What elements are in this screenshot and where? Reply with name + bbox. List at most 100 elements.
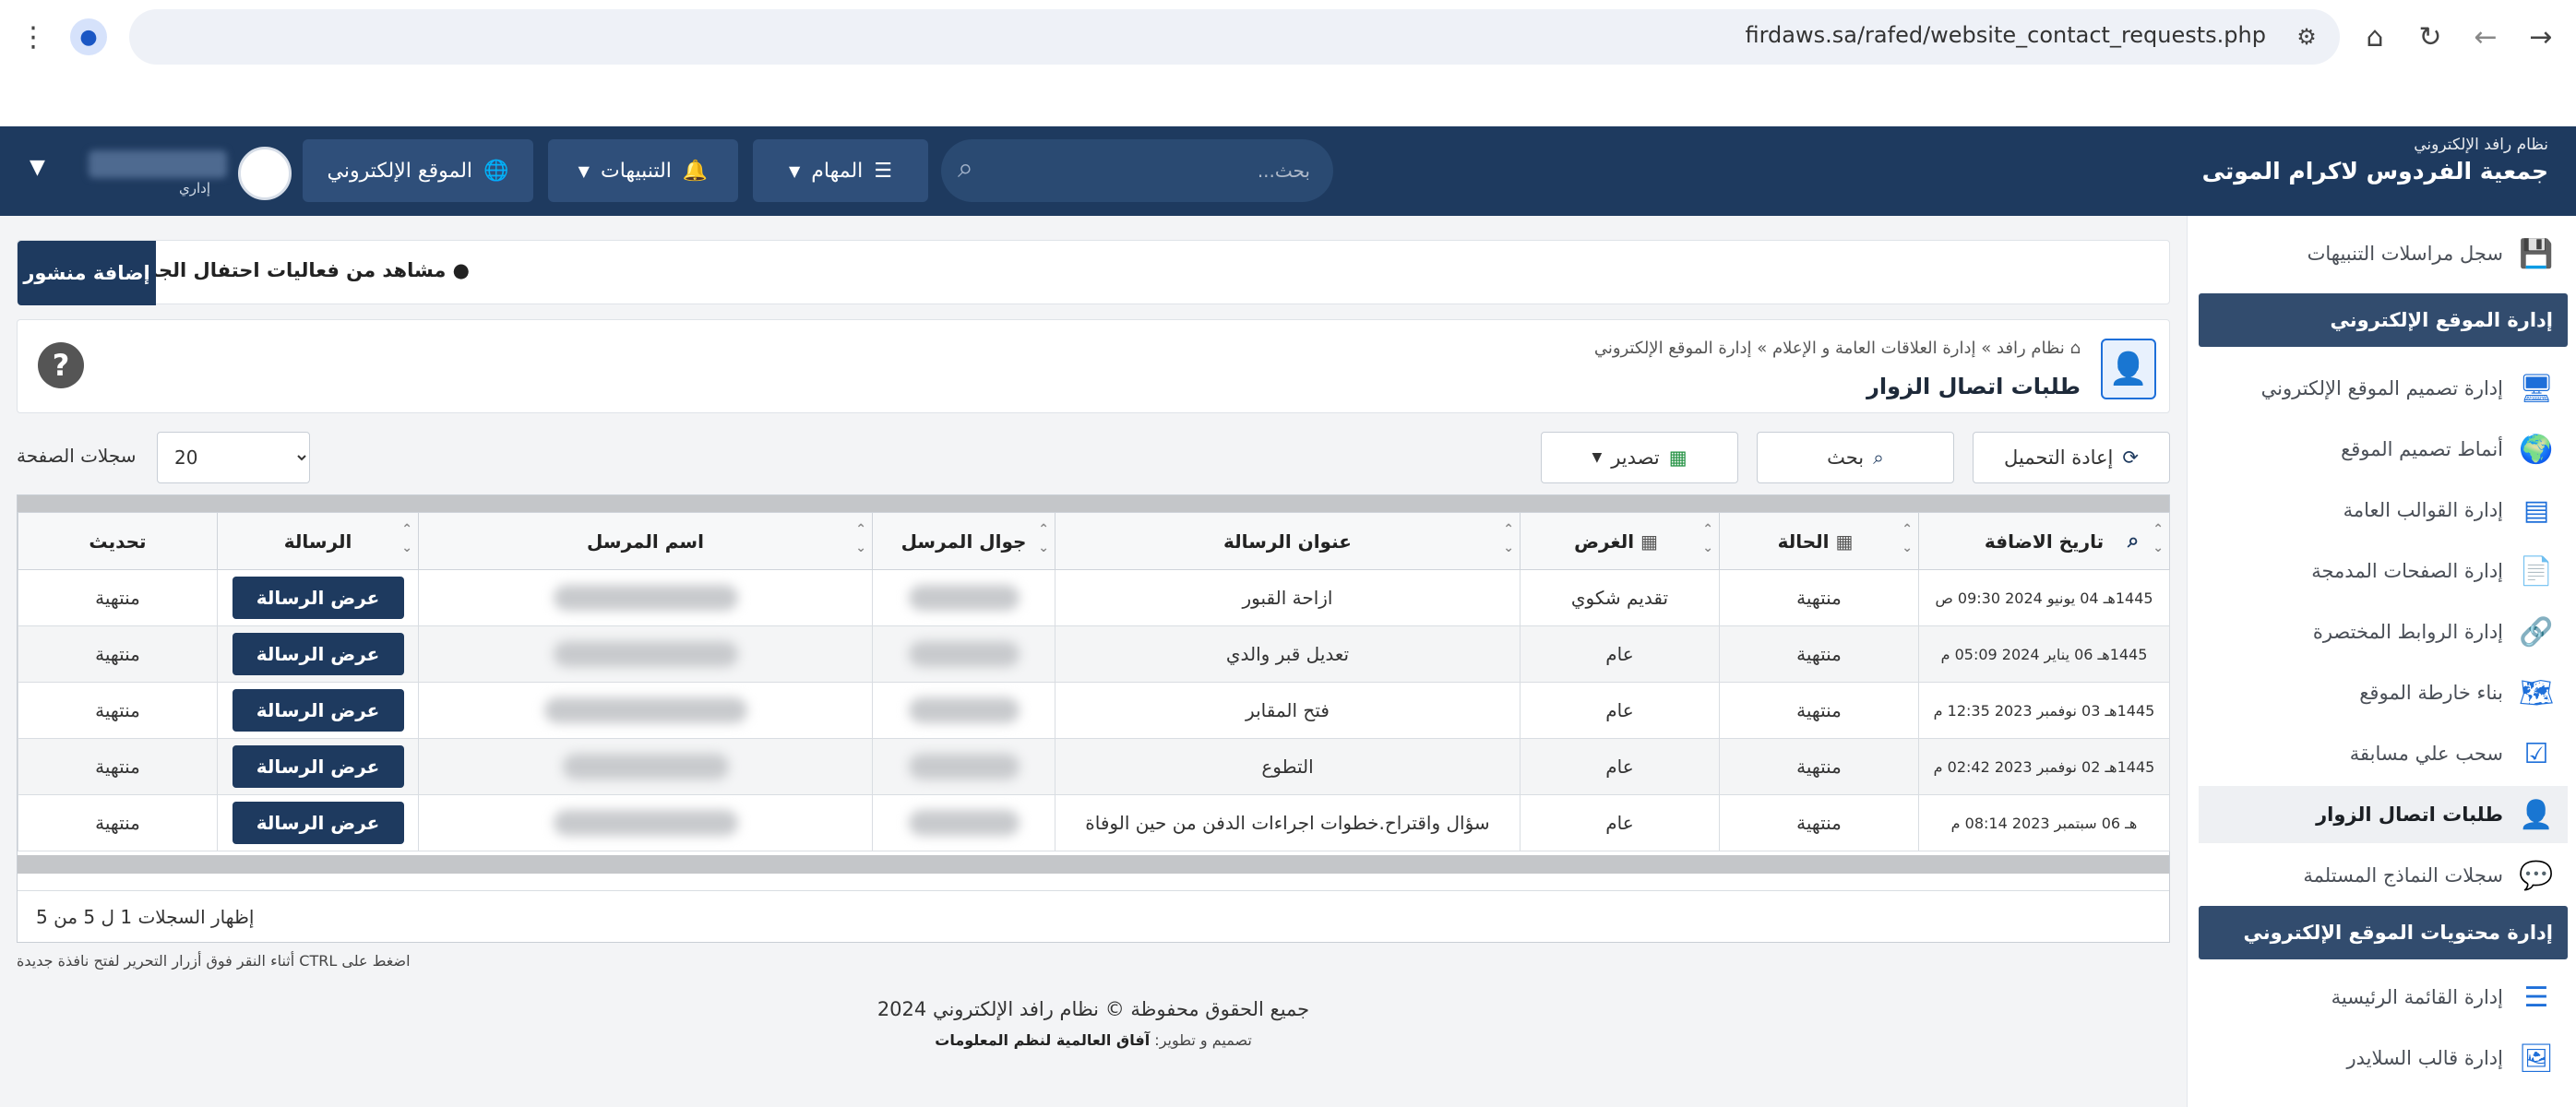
- help-icon[interactable]: ?: [38, 342, 84, 388]
- search-button[interactable]: ⌕ بحث: [1757, 432, 1954, 483]
- redacted-mobile: [908, 697, 1020, 723]
- per-page-select[interactable]: 20: [157, 432, 310, 483]
- ticker-item[interactable]: ● مشاهد من فعاليات احتفال الجمعية: [156, 259, 470, 281]
- column-header-message[interactable]: الرسالة ⌃ ⌄: [217, 512, 419, 570]
- tasks-button[interactable]: ☰ المهام ▼: [753, 139, 928, 202]
- sidebar-item-sitemap[interactable]: 🗺 بناء خارطة الموقع: [2199, 664, 2568, 721]
- mobile-cell: [872, 625, 1055, 683]
- brand-name: جمعية الفردوس لاكرام الموتى: [2201, 158, 2548, 184]
- sidebar-item-slider[interactable]: 🖼 إدارة قالب السلايدر: [2199, 1030, 2568, 1087]
- sidebar-item-templates[interactable]: ▤ إدارة القوالب العامة: [2199, 482, 2568, 539]
- avatar[interactable]: [238, 147, 292, 200]
- redacted-name: [543, 697, 747, 723]
- sort-icon: ⌃ ⌄: [1038, 522, 1049, 555]
- search-icon: ⌕: [1873, 446, 1884, 469]
- draw-icon: ☑: [2523, 737, 2549, 770]
- sidebar-item-short-links[interactable]: 🔗 إدارة الروابط المختصرة: [2199, 603, 2568, 661]
- monitor-icon: 🖥: [2518, 372, 2555, 405]
- mobile-cell: [872, 682, 1055, 739]
- sort-icon: ⌃ ⌄: [1902, 522, 1913, 555]
- sidebar-item-alerts-log[interactable]: 💾 سجل مراسلات التنبيهات: [2199, 225, 2568, 282]
- date-cell: 1445هـ 03 نوفمبر 2023 12:35 م: [1918, 682, 2170, 739]
- designer-link[interactable]: آفاق العالمية لنظم المعلومات: [935, 1031, 1150, 1049]
- horizontal-scrollbar-bottom[interactable]: [18, 855, 2169, 874]
- reload-button[interactable]: ⟳ إعادة التحميل: [1973, 432, 2170, 483]
- table-footer: إظهار السجلات 1 ل 5 من 5: [18, 890, 2169, 942]
- save-icon: 💾: [2519, 237, 2554, 270]
- update-cell: منتهية: [18, 794, 218, 851]
- sidebar-item-forms[interactable]: 💬 سجلات النماذج المستلمة: [2199, 847, 2568, 904]
- sidebar-item-label: سجلات النماذج المستلمة: [2303, 864, 2503, 887]
- chevron-down-icon[interactable]: ▼: [30, 156, 45, 179]
- redacted-mobile: [908, 585, 1020, 611]
- designer-credit: تصميم و تطوير: آفاق العالمية لنظم المعلو…: [0, 1031, 2187, 1049]
- back-icon[interactable]: ←: [2465, 17, 2506, 57]
- page-title: طلبات اتصال الزوار: [1866, 374, 2081, 399]
- column-header-mobile[interactable]: جوال المرسل ⌃ ⌄: [872, 512, 1055, 570]
- reload-label: إعادة التحميل: [2004, 446, 2114, 469]
- site-settings-icon[interactable]: ⚙: [2286, 17, 2327, 57]
- view-message-button[interactable]: عرض الرسالة: [232, 745, 404, 788]
- purpose-cell: عام: [1520, 794, 1720, 851]
- alerts-button[interactable]: 🔔 التنبيهات ▼: [548, 139, 738, 202]
- website-button[interactable]: 🌐 الموقع الإلكتروني: [303, 139, 533, 202]
- view-message-button[interactable]: عرض الرسالة: [232, 689, 404, 732]
- redacted-mobile: [908, 754, 1020, 780]
- breadcrumb-text[interactable]: نظام رافد » إدارة العلاقات العامة و الإع…: [1594, 339, 2065, 358]
- column-header-status[interactable]: ▦ الحالة ⌃ ⌄: [1719, 512, 1919, 570]
- sidebar-item-label: إدارة القوالب العامة: [2343, 499, 2503, 521]
- sidebar-item-draw[interactable]: ☑ سحب علي مسابقة: [2199, 725, 2568, 782]
- forward-icon[interactable]: →: [2521, 17, 2561, 57]
- status-cell: منتهية: [1719, 794, 1919, 851]
- menu-list-icon: ☰: [2523, 981, 2549, 1014]
- sidebar-item-label: إدارة الصفحات المدمجة: [2311, 560, 2503, 582]
- subject-cell: سؤال واقتراح.خطوات اجراءات الدفن من حين …: [1055, 794, 1521, 851]
- date-cell: 1445هـ 02 نوفمبر 2023 02:42 م: [1918, 738, 2170, 795]
- export-button[interactable]: ▦ تصدير ▼: [1541, 432, 1738, 483]
- sort-icon: ⌃ ⌄: [1702, 522, 1713, 555]
- home-icon[interactable]: ⌂: [2355, 17, 2395, 57]
- url-text[interactable]: firdaws.sa/rafed/website_contact_request…: [1745, 22, 2266, 48]
- view-message-button[interactable]: عرض الرسالة: [232, 577, 404, 619]
- sort-icon: ⌃ ⌄: [401, 522, 412, 555]
- header-search[interactable]: ⌕: [941, 139, 1333, 202]
- brand[interactable]: نظام رافد الإلكتروني جمعية الفردوس لاكرا…: [2202, 136, 2548, 184]
- sidebar-item-label: إدارة قالب السلايدر: [2346, 1047, 2503, 1069]
- horizontal-scrollbar[interactable]: [18, 495, 2169, 512]
- sidebar-item-design-styles[interactable]: 🌍 أنماط تصميم الموقع: [2199, 421, 2568, 478]
- reload-icon[interactable]: ↻: [2410, 17, 2451, 57]
- table-row: 1445هـ 02 نوفمبر 2023 02:42 م منتهية عام…: [18, 738, 2170, 795]
- sidebar-item-site-design[interactable]: 🖥 إدارة تصميم الموقع الإلكتروني: [2199, 360, 2568, 417]
- add-post-button[interactable]: إضافة منشور: [18, 241, 156, 305]
- user-menu[interactable]: إداري ▼: [24, 145, 301, 200]
- sidebar-item-contact-requests[interactable]: 👤 طلبات اتصال الزوار: [2199, 786, 2568, 843]
- search-icon: ⌕: [958, 152, 973, 184]
- update-cell: منتهية: [18, 682, 218, 739]
- column-header-date[interactable]: ⌃ ⌄ ⌕ تاريخ الاضافة: [1918, 512, 2170, 570]
- sidebar-section-contents[interactable]: إدارة محتويات الموقع الإلكتروني: [2199, 906, 2568, 959]
- redacted-mobile: [908, 810, 1020, 836]
- browser-profile-icon[interactable]: ●: [70, 18, 107, 55]
- sidebar-section-website[interactable]: إدارة الموقع الإلكتروني: [2199, 293, 2568, 347]
- column-header-purpose[interactable]: ▦ الغرض ⌃ ⌄: [1520, 512, 1720, 570]
- breadcrumb[interactable]: ⌂ نظام رافد » إدارة العلاقات العامة و ال…: [1594, 339, 2081, 358]
- table-row: 1445هـ 04 يونيو 2024 09:30 ص منتهية تقدي…: [18, 569, 2170, 626]
- sidebar-item-pages[interactable]: 📄 إدارة الصفحات المدمجة: [2199, 542, 2568, 600]
- update-cell: منتهية: [18, 738, 218, 795]
- browser-menu-icon[interactable]: ⋮: [13, 17, 54, 57]
- address-bar[interactable]: firdaws.sa/rafed/website_contact_request…: [129, 9, 2340, 65]
- column-header-subject[interactable]: عنوان الرسالة ⌃ ⌄: [1055, 512, 1521, 570]
- mobile-cell: [872, 738, 1055, 795]
- per-page-label: سجلات الصفحة: [17, 445, 137, 467]
- sidebar-item-label: سجل مراسلات التنبيهات: [2307, 243, 2503, 265]
- view-message-button[interactable]: عرض الرسالة: [232, 802, 404, 844]
- column-header-sender[interactable]: اسم المرسل ⌃ ⌄: [418, 512, 873, 570]
- sidebar-item-main-menu[interactable]: ☰ إدارة القائمة الرئيسية: [2199, 969, 2568, 1026]
- sender-cell: [418, 625, 873, 683]
- sender-cell: [418, 794, 873, 851]
- header-search-input[interactable]: [1006, 154, 1310, 187]
- view-message-button[interactable]: عرض الرسالة: [232, 633, 404, 675]
- purpose-cell: عام: [1520, 682, 1720, 739]
- template-icon: ▤: [2522, 494, 2550, 527]
- user-role: إداري: [179, 180, 210, 196]
